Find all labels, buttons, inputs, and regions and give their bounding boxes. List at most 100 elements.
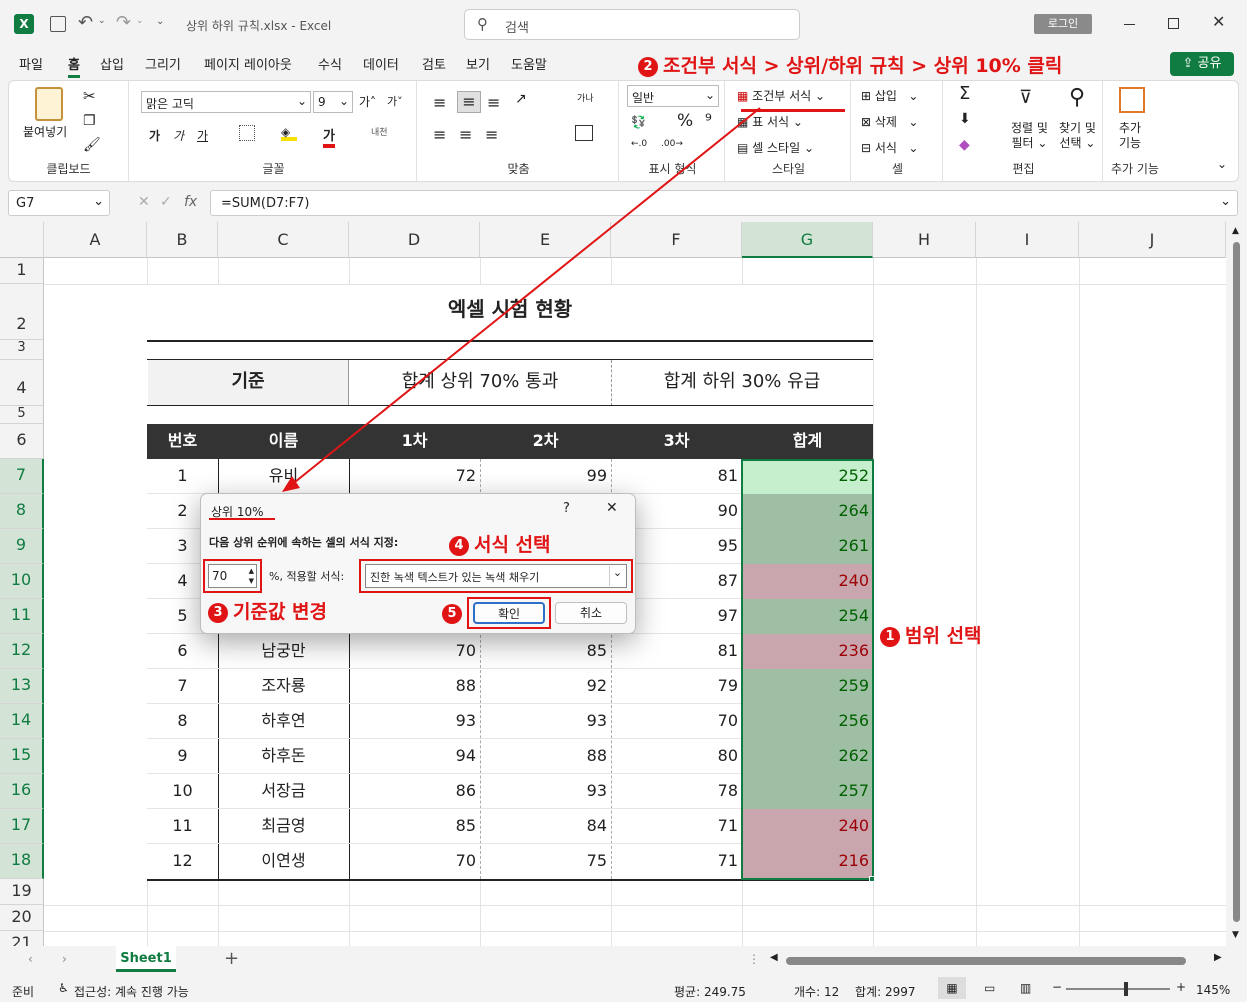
header-total[interactable]: 합계: [742, 424, 873, 458]
normal-view-icon[interactable]: ▦: [938, 977, 966, 999]
increase-decimal-icon[interactable]: ←.0: [631, 139, 647, 149]
cell-total[interactable]: 259: [742, 669, 873, 704]
cell-second[interactable]: 84: [480, 809, 611, 844]
zoom-slider-thumb[interactable]: [1124, 982, 1128, 996]
row-header-16[interactable]: 16: [0, 774, 44, 809]
clear-icon[interactable]: ◆: [959, 137, 970, 153]
header-number[interactable]: 번호: [147, 424, 218, 458]
tab-file[interactable]: 파일: [19, 54, 43, 73]
save-icon[interactable]: [50, 16, 66, 32]
v-scroll-thumb[interactable]: [1233, 242, 1240, 922]
cell-number[interactable]: 1: [147, 459, 218, 494]
cell-second[interactable]: 75: [480, 844, 611, 879]
column-header-D[interactable]: D: [349, 222, 480, 258]
column-header-C[interactable]: C: [218, 222, 349, 258]
cell-number[interactable]: 9: [147, 739, 218, 774]
search-box[interactable]: ⚲ 검색: [464, 9, 800, 40]
cell-first[interactable]: 72: [349, 459, 480, 494]
formula-input[interactable]: =SUM(D7:F7) ⌄: [210, 190, 1238, 216]
cell-third[interactable]: 81: [611, 634, 742, 669]
row-header-7[interactable]: 7: [0, 459, 44, 494]
percent-icon[interactable]: %: [677, 111, 693, 131]
fill-icon[interactable]: ⬇: [959, 111, 971, 127]
cancel-entry-icon[interactable]: ✕: [138, 194, 150, 210]
name-box[interactable]: G7 ⌄: [8, 190, 110, 216]
row-header-10[interactable]: 10: [0, 564, 44, 599]
number-format-select[interactable]: 일반 ⌄: [627, 85, 719, 107]
criteria-label[interactable]: 기준: [148, 365, 348, 399]
cell-first[interactable]: 93: [349, 704, 480, 739]
cell-total[interactable]: 216: [742, 844, 873, 879]
v-scroll-up-icon[interactable]: ▲: [1232, 226, 1239, 236]
header-third[interactable]: 3차: [611, 424, 742, 458]
close-window-icon[interactable]: ✕: [1212, 12, 1225, 31]
column-header-I[interactable]: I: [976, 222, 1079, 258]
scroll-tabs-right-icon[interactable]: ›: [62, 952, 67, 966]
cell-total[interactable]: 261: [742, 529, 873, 564]
border-icon[interactable]: [239, 125, 255, 141]
row-header-1[interactable]: 1: [0, 258, 44, 284]
split-handle-icon[interactable]: ⋮: [748, 952, 760, 966]
align-bottom-icon[interactable]: ≡: [487, 93, 500, 112]
maximize-icon[interactable]: [1168, 18, 1179, 29]
vertical-scrollbar[interactable]: ▲ ▼: [1226, 222, 1247, 946]
increase-font-icon[interactable]: 가˄: [359, 93, 376, 110]
delete-cells-button[interactable]: ⊠ 삭제 ⌄: [861, 113, 918, 130]
decrease-decimal-icon[interactable]: .00→: [661, 139, 683, 149]
redo-dropdown-icon[interactable]: ⌄: [136, 16, 144, 26]
row-header-14[interactable]: 14: [0, 704, 44, 739]
paste-button[interactable]: 붙여넣기: [23, 123, 67, 140]
cell-second[interactable]: 93: [480, 704, 611, 739]
cell-third[interactable]: 78: [611, 774, 742, 809]
cell-number[interactable]: 10: [147, 774, 218, 809]
cell-third[interactable]: 71: [611, 809, 742, 844]
header-first[interactable]: 1차: [349, 424, 480, 458]
row-header-11[interactable]: 11: [0, 599, 44, 634]
wrap-text-icon[interactable]: 가나: [577, 91, 594, 104]
tab-help[interactable]: 도움말: [511, 54, 547, 73]
column-header-J[interactable]: J: [1079, 222, 1226, 258]
font-name-select[interactable]: 맑은 고딕 ⌄: [141, 91, 311, 113]
cell-third[interactable]: 70: [611, 704, 742, 739]
add-sheet-icon[interactable]: +: [224, 948, 239, 969]
column-header-A[interactable]: A: [44, 222, 147, 258]
row-header-4[interactable]: 4: [0, 360, 44, 406]
page-layout-view-icon[interactable]: ▭: [984, 981, 995, 995]
sheet-title[interactable]: 엑셀 시험 현황: [147, 292, 873, 326]
tab-page-layout[interactable]: 페이지 레이아웃: [204, 54, 292, 73]
row-header-13[interactable]: 13: [0, 669, 44, 704]
row-header-9[interactable]: 9: [0, 529, 44, 564]
login-button[interactable]: 로그인: [1034, 14, 1092, 34]
find-select-button[interactable]: 찾기 및 선택 ⌄: [1059, 121, 1096, 151]
row-header-8[interactable]: 8: [0, 494, 44, 529]
italic-icon[interactable]: 가: [173, 127, 184, 144]
row-header-2[interactable]: 2: [0, 284, 44, 340]
bold-icon[interactable]: 가: [149, 127, 160, 144]
cell-name[interactable]: 최금영: [218, 809, 349, 844]
status-accessibility[interactable]: 접근성: 계속 진행 가능: [74, 983, 189, 1000]
row-header-12[interactable]: 12: [0, 634, 44, 669]
column-header-G[interactable]: G: [742, 222, 873, 258]
row-header-15[interactable]: 15: [0, 739, 44, 774]
cell-first[interactable]: 94: [349, 739, 480, 774]
tab-draw[interactable]: 그리기: [145, 54, 181, 73]
cell-first[interactable]: 88: [349, 669, 480, 704]
row-header-18[interactable]: 18: [0, 844, 44, 879]
criteria-upper[interactable]: 합계 상위 70% 통과: [349, 365, 611, 399]
v-scroll-down-icon[interactable]: ▼: [1232, 930, 1239, 940]
select-all-corner[interactable]: [0, 222, 44, 258]
underline-icon[interactable]: 가: [197, 127, 208, 144]
cell-number[interactable]: 6: [147, 634, 218, 669]
cell-second[interactable]: 92: [480, 669, 611, 704]
row-header-21[interactable]: 21: [0, 931, 44, 946]
row-header-3[interactable]: 3: [0, 340, 44, 360]
cell-total[interactable]: 252: [742, 459, 873, 494]
format-as-table-button[interactable]: ▦ 표 서식 ⌄: [737, 113, 803, 130]
minimize-icon[interactable]: [1124, 24, 1135, 25]
cell-name[interactable]: 하후돈: [218, 739, 349, 774]
tab-formulas[interactable]: 수식: [318, 54, 342, 73]
column-header-B[interactable]: B: [147, 222, 218, 258]
sheet-tab-sheet1[interactable]: Sheet1: [116, 946, 176, 972]
conditional-formatting-button[interactable]: ▦ 조건부 서식 ⌄: [737, 87, 825, 104]
insert-function-icon[interactable]: fx: [184, 194, 197, 210]
